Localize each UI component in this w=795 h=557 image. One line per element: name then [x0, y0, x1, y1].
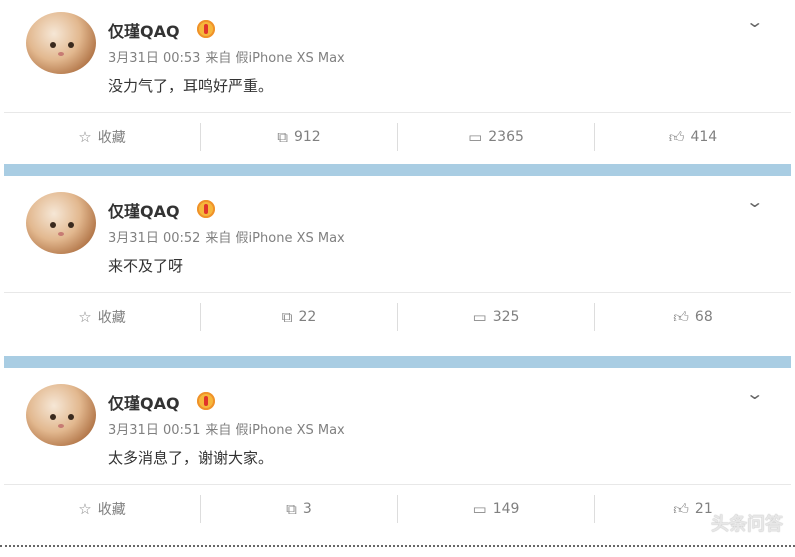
star-icon: ☆ — [78, 308, 92, 326]
post-time[interactable]: 3月31日 00:52 — [108, 231, 200, 246]
star-icon: ☆ — [78, 128, 92, 146]
post-text: 没力气了，耳鸣好严重。 — [108, 77, 274, 95]
avatar-eye — [68, 222, 74, 228]
post-card: 仅瑾QAQ 3月31日 00:51 来自 假iPhone XS Max 太多消息了… — [4, 372, 791, 533]
repost-button[interactable]: ⧉ 912 — [201, 123, 398, 151]
thumbs-up-icon: 👍︎ — [673, 499, 689, 518]
avatar-eye — [68, 42, 74, 48]
comment-button[interactable]: ▭ 149 — [398, 495, 595, 523]
repost-count: 912 — [293, 129, 321, 145]
star-icon: ☆ — [78, 500, 92, 518]
repost-count: 22 — [298, 309, 317, 325]
post-source: 来自 假iPhone XS Max — [205, 51, 345, 66]
repost-button[interactable]: ⧉ 22 — [201, 303, 398, 331]
like-count: 414 — [690, 129, 718, 145]
comment-count: 325 — [492, 309, 520, 325]
avatar[interactable] — [26, 192, 96, 254]
comment-count: 149 — [492, 501, 520, 517]
favorite-button[interactable]: ☆ 收藏 — [4, 303, 201, 331]
favorite-label: 收藏 — [97, 502, 126, 518]
post-body: 仅瑾QAQ 3月31日 00:53 来自 假iPhone XS Max 没力气了，… — [4, 0, 791, 112]
verified-badge-icon — [197, 200, 215, 218]
favorite-button[interactable]: ☆ 收藏 — [4, 123, 201, 151]
avatar-nose — [58, 424, 64, 428]
post-text: 来不及了呀 — [108, 257, 184, 275]
bottom-strip — [0, 545, 795, 557]
post-source: 来自 假iPhone XS Max — [205, 423, 345, 438]
comment-icon: ▭ — [472, 500, 487, 518]
like-button[interactable]: 👍︎ 68 — [595, 303, 791, 331]
comment-icon: ▭ — [472, 308, 487, 326]
share-icon: ⧉ — [281, 308, 293, 326]
post-body: 仅瑾QAQ 3月31日 00:51 来自 假iPhone XS Max 太多消息了… — [4, 372, 791, 484]
post-actions: ☆ 收藏 ⧉ 3 ▭ 149 👍︎ 21 — [4, 484, 791, 533]
thumbs-up-icon: 👍︎ — [668, 127, 685, 146]
avatar-eye — [50, 222, 56, 228]
username[interactable]: 仅瑾QAQ — [108, 198, 180, 222]
verified-badge-icon — [197, 392, 215, 410]
post-separator — [4, 356, 791, 368]
comment-count: 2365 — [488, 129, 524, 145]
post-card: 仅瑾QAQ 3月31日 00:53 来自 假iPhone XS Max 没力气了，… — [4, 0, 791, 161]
verified-badge-icon — [197, 20, 215, 38]
comment-button[interactable]: ▭ 325 — [398, 303, 595, 331]
like-count: 68 — [694, 309, 713, 325]
post-card: 仅瑾QAQ 3月31日 00:52 来自 假iPhone XS Max 来不及了呀… — [4, 180, 791, 341]
comment-button[interactable]: ▭ 2365 — [398, 123, 595, 151]
repost-button[interactable]: ⧉ 3 — [201, 495, 398, 523]
avatar-eye — [68, 414, 74, 420]
username[interactable]: 仅瑾QAQ — [108, 390, 180, 414]
favorite-label: 收藏 — [97, 310, 126, 326]
avatar-nose — [58, 232, 64, 236]
repost-count: 3 — [302, 501, 312, 517]
avatar-nose — [58, 52, 64, 56]
post-time[interactable]: 3月31日 00:53 — [108, 51, 200, 66]
favorite-button[interactable]: ☆ 收藏 — [4, 495, 201, 523]
post-text: 太多消息了，谢谢大家。 — [108, 449, 274, 467]
post-meta: 3月31日 00:53 来自 假iPhone XS Max — [108, 47, 350, 66]
post-meta: 3月31日 00:52 来自 假iPhone XS Max — [108, 227, 350, 246]
watermark: 头条问答 — [711, 514, 783, 535]
post-meta: 3月31日 00:51 来自 假iPhone XS Max — [108, 419, 350, 438]
share-icon: ⧉ — [286, 500, 297, 518]
post-actions: ☆ 收藏 ⧉ 912 ▭ 2365 👍︎ 414 — [4, 112, 791, 161]
share-icon: ⧉ — [277, 128, 288, 146]
chevron-down-icon[interactable]: ⌄ — [745, 12, 764, 31]
avatar[interactable] — [26, 384, 96, 446]
post-source: 来自 假iPhone XS Max — [205, 231, 345, 246]
like-button[interactable]: 👍︎ 414 — [595, 123, 791, 151]
post-time[interactable]: 3月31日 00:51 — [108, 423, 200, 438]
thumbs-up-icon: 👍︎ — [673, 307, 689, 326]
avatar-eye — [50, 42, 56, 48]
avatar-eye — [50, 414, 56, 420]
avatar[interactable] — [26, 12, 96, 74]
username[interactable]: 仅瑾QAQ — [108, 18, 180, 42]
favorite-label: 收藏 — [97, 130, 126, 146]
post-body: 仅瑾QAQ 3月31日 00:52 来自 假iPhone XS Max 来不及了呀… — [4, 180, 791, 292]
post-separator — [4, 164, 791, 176]
post-actions: ☆ 收藏 ⧉ 22 ▭ 325 👍︎ 68 — [4, 292, 791, 341]
comment-icon: ▭ — [468, 128, 483, 146]
chevron-down-icon[interactable]: ⌄ — [745, 192, 764, 211]
chevron-down-icon[interactable]: ⌄ — [745, 384, 764, 403]
